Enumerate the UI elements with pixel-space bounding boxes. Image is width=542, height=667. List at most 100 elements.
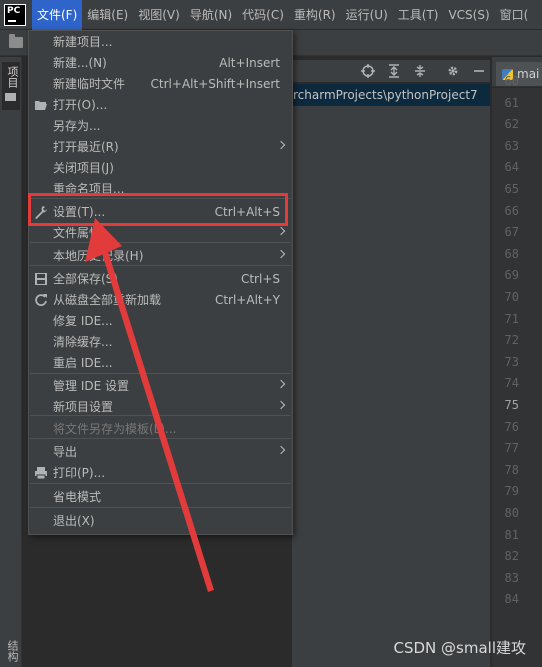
submenu-arrow-icon xyxy=(276,226,286,238)
project-folder-icon[interactable] xyxy=(9,34,23,48)
file-menu-item-restart-ide[interactable]: 重启 IDE... xyxy=(29,352,292,373)
file-menu-item-save-as[interactable]: 另存为... xyxy=(29,115,292,136)
editor-tab-label: mai xyxy=(517,67,540,81)
line-number: 63 xyxy=(504,138,519,153)
project-tool-folder-icon xyxy=(5,93,16,101)
line-number: 65 xyxy=(504,182,519,196)
menu-file[interactable]: 文件(F) xyxy=(32,0,83,30)
menu-separator xyxy=(30,483,291,484)
minimize-icon[interactable] xyxy=(472,64,486,78)
menu-navigate[interactable]: 导航(N) xyxy=(185,0,237,30)
settings-highlight-box xyxy=(28,193,288,226)
file-menu-item-reload-from-disk[interactable]: 从磁盘全部重新加载 Ctrl+Alt+Y xyxy=(29,289,292,310)
line-number: 84 xyxy=(504,592,519,607)
file-menu-item-invalidate-caches[interactable]: 清除缓存... xyxy=(29,331,292,352)
line-number: 60 xyxy=(504,74,519,88)
submenu-arrow-icon xyxy=(276,400,286,412)
file-menu-item-open[interactable]: 打开(O)... xyxy=(29,94,292,115)
menu-view[interactable]: 视图(V) xyxy=(133,0,185,30)
file-menu-item-label: 新建...(N) xyxy=(53,56,107,70)
file-menu-item-new-project[interactable]: 新建项目... xyxy=(29,31,292,52)
file-menu-item-manage-ide-settings[interactable]: 管理 IDE 设置 xyxy=(29,375,292,396)
file-menu-item-label: 全部保存(S) xyxy=(53,272,118,286)
reload-icon xyxy=(34,293,48,307)
file-menu-item-label: 新建临时文件 xyxy=(53,77,126,91)
line-number: 82 xyxy=(504,549,519,564)
file-menu-item-label: 打开最近(R) xyxy=(53,140,119,154)
file-menu-item-print[interactable]: 打印(P)... xyxy=(29,462,292,483)
line-number: 78 xyxy=(504,462,519,477)
menu-window[interactable]: 窗口( xyxy=(495,0,534,30)
file-menu-item-label: 打开(O)... xyxy=(53,98,108,112)
line-number: 68 xyxy=(504,246,519,261)
file-menu-item-power-save-mode[interactable]: 省电模式 xyxy=(29,486,292,507)
file-menu-item-label: 另存为... xyxy=(53,119,101,133)
structure-tool-label[interactable]: 结构 xyxy=(4,640,20,662)
menu-separator xyxy=(30,415,291,416)
file-menu-item-save-all[interactable]: 全部保存(S) Ctrl+S xyxy=(29,268,292,289)
file-menu-item-new-project-settings[interactable]: 新项目设置 xyxy=(29,396,292,417)
file-menu-item-export[interactable]: 导出 xyxy=(29,441,292,462)
menu-separator xyxy=(30,373,291,374)
file-menu-item-label: 省电模式 xyxy=(53,490,102,504)
line-number: 79 xyxy=(504,484,519,499)
line-number: 77 xyxy=(504,441,519,456)
file-menu-item-local-history[interactable]: 本地历史记录(H) xyxy=(29,245,292,266)
file-menu-item-shortcut: Ctrl+Alt+Y xyxy=(214,292,280,307)
editor-gutter: 60 61 62 63 64 65 66 67 68 69 70 71 72 73 74 75 76 77 78 79… xyxy=(492,74,542,667)
line-number: 83 xyxy=(504,570,519,585)
project-tool-label[interactable]: 项目 xyxy=(4,66,20,88)
submenu-arrow-icon xyxy=(276,249,286,261)
file-menu-item-label: 新项目设置 xyxy=(53,400,114,414)
gear-icon[interactable] xyxy=(446,64,460,78)
file-menu-item-close-project[interactable]: 关闭项目(J) xyxy=(29,157,292,178)
menu-edit[interactable]: 编辑(E) xyxy=(82,0,133,30)
line-number: 66 xyxy=(504,203,519,218)
file-menu-item-label: 关闭项目(J) xyxy=(53,161,114,175)
file-menu-item-exit[interactable]: 退出(X) xyxy=(29,510,292,531)
save-icon xyxy=(34,272,48,286)
menu-separator xyxy=(30,507,291,508)
file-menu-item-label: 将文件另存为模板(L)... xyxy=(53,422,177,436)
menu-run[interactable]: 运行(U) xyxy=(341,0,393,30)
file-menu-item-label: 本地历史记录(H) xyxy=(53,249,144,263)
file-menu-dropdown: 新建项目... 新建...(N) Alt+Insert 新建临时文件 Ctrl+Alt+… xyxy=(28,30,293,535)
main-menubar: PC 文件(F) 编辑(E) 视图(V) 导航(N) 代码(C) 重构(R) 运… xyxy=(0,0,542,30)
file-menu-item-shortcut: Ctrl+S xyxy=(240,271,280,286)
project-tree xyxy=(292,106,490,667)
submenu-arrow-icon xyxy=(276,140,286,152)
line-number: 74 xyxy=(504,376,519,391)
file-menu-item-label: 清除缓存... xyxy=(53,335,113,349)
menu-code[interactable]: 代码(C) xyxy=(237,0,289,30)
menu-separator xyxy=(30,265,291,266)
file-menu-item-new[interactable]: 新建...(N) Alt+Insert xyxy=(29,52,292,73)
menu-vcs[interactable]: VCS(S) xyxy=(443,0,494,30)
menu-tools[interactable]: 工具(T) xyxy=(393,0,444,30)
file-menu-item-label: 文件属性 xyxy=(53,226,102,240)
project-root-path[interactable]: rcharmProjects\pythonProject7 xyxy=(292,84,490,106)
line-number: 70 xyxy=(504,290,519,304)
line-number: 62 xyxy=(504,117,519,132)
file-menu-item-open-recent[interactable]: 打开最近(R) xyxy=(29,136,292,157)
expand-all-icon[interactable] xyxy=(387,64,401,78)
file-menu-item-label: 从磁盘全部重新加载 xyxy=(53,293,162,307)
file-menu-item-label: 修复 IDE... xyxy=(53,314,113,328)
file-menu-item-repair-ide[interactable]: 修复 IDE... xyxy=(29,310,292,331)
file-menu-item-label: 退出(X) xyxy=(53,514,95,528)
file-menu-item-shortcut: Alt+Insert xyxy=(219,55,280,70)
line-number: 64 xyxy=(504,160,519,175)
pycharm-logo-icon: PC xyxy=(4,3,26,26)
left-tool-stripe xyxy=(0,57,22,667)
file-menu-item-new-scratch-file[interactable]: 新建临时文件 Ctrl+Alt+Shift+Insert xyxy=(29,73,292,94)
file-menu-item-save-as-template: 将文件另存为模板(L)... xyxy=(29,418,292,439)
menu-refactor[interactable]: 重构(R) xyxy=(289,0,341,30)
submenu-arrow-icon xyxy=(276,445,286,457)
line-number: 71 xyxy=(504,311,519,326)
collapse-all-icon[interactable] xyxy=(413,64,427,78)
line-number: 76 xyxy=(504,419,519,434)
line-number: 72 xyxy=(504,333,519,348)
line-number: 73 xyxy=(504,354,519,369)
file-menu-item-label: 打印(P)... xyxy=(53,466,106,480)
crosshair-icon[interactable] xyxy=(361,64,375,78)
csdn-watermark: CSDN @small建攻 xyxy=(393,639,527,657)
